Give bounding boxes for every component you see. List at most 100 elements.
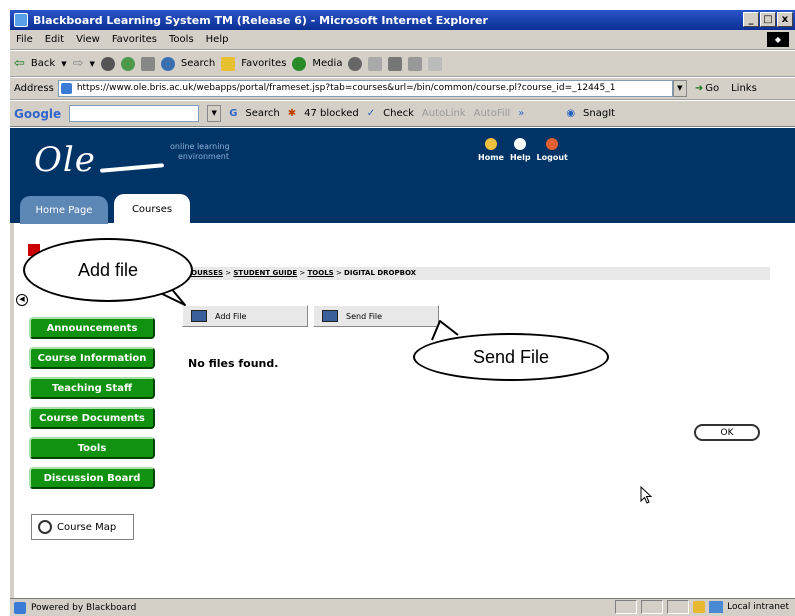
chevron-down-icon[interactable]: ▼ xyxy=(672,80,687,97)
menu-edit[interactable]: Edit xyxy=(45,34,64,45)
status-panel xyxy=(615,600,638,614)
popup-blocked-count[interactable]: 47 blocked xyxy=(304,108,359,119)
breadcrumb-student-guide[interactable]: STUDENT GUIDE xyxy=(233,269,297,277)
tab-courses[interactable]: Courses xyxy=(114,194,190,224)
ie-icon xyxy=(14,13,28,27)
frame-divider xyxy=(10,223,14,598)
add-file-label: Add File xyxy=(215,311,247,321)
popup-blocker-icon: ✱ xyxy=(287,108,297,119)
search-button[interactable]: Search xyxy=(181,58,215,69)
status-panel xyxy=(641,600,664,614)
refresh-icon[interactable] xyxy=(120,56,135,71)
address-label: Address xyxy=(14,83,54,94)
google-search-button[interactable]: Search xyxy=(245,108,279,119)
edit-icon[interactable] xyxy=(408,56,423,71)
print-icon[interactable] xyxy=(388,56,403,71)
home-link[interactable]: Home xyxy=(478,138,504,162)
menu-view[interactable]: View xyxy=(76,34,100,45)
autofill-button[interactable]: AutoFill xyxy=(474,108,511,119)
minimize-button[interactable]: _ xyxy=(743,12,759,27)
nav-announcements[interactable]: Announcements xyxy=(29,317,155,339)
discuss-icon[interactable] xyxy=(428,56,443,71)
course-map-button[interactable]: Course Map xyxy=(31,514,134,540)
menu-bar: File Edit View Favorites Tools Help ◆ xyxy=(10,30,795,50)
send-file-label: Send File xyxy=(346,311,383,321)
search-icon[interactable] xyxy=(160,56,175,71)
breadcrumb: COURSES > STUDENT GUIDE > TOOLS > DIGITA… xyxy=(160,267,770,280)
status-bar: Powered by Blackboard Local intranet xyxy=(10,598,795,616)
menu-favorites[interactable]: Favorites xyxy=(112,34,157,45)
links-button[interactable]: Links xyxy=(731,83,757,94)
history-icon[interactable] xyxy=(348,56,363,71)
autolink-button[interactable]: AutoLink xyxy=(422,108,466,119)
nav-tools[interactable]: Tools xyxy=(29,437,155,459)
stop-icon[interactable] xyxy=(100,56,115,71)
chevron-right-icon[interactable]: » xyxy=(518,108,524,119)
ok-button[interactable]: OK xyxy=(694,424,760,441)
breadcrumb-separator: > xyxy=(335,269,342,277)
google-search-input[interactable] xyxy=(69,105,200,122)
google-search-icon[interactable]: G xyxy=(229,108,237,119)
callout-add-file: Add file xyxy=(23,238,193,302)
window-title: Blackboard Learning System TM (Release 6… xyxy=(33,13,488,27)
tab-home-page[interactable]: Home Page xyxy=(20,196,108,224)
forward-arrow-icon[interactable]: ⇨ xyxy=(73,56,84,71)
go-arrow-icon[interactable]: ➜ xyxy=(695,83,703,94)
media-button[interactable]: Media xyxy=(312,58,342,69)
header-links: Home Help Logout xyxy=(478,138,568,162)
media-icon[interactable] xyxy=(292,56,307,71)
help-link-label: Help xyxy=(509,153,531,162)
tagline-line-1: online learning xyxy=(170,142,230,151)
menu-help[interactable]: Help xyxy=(206,34,229,45)
chevron-down-icon[interactable]: ▼ xyxy=(61,60,66,68)
logout-icon xyxy=(546,138,559,150)
add-file-button[interactable]: Add File xyxy=(182,305,308,327)
favorites-button[interactable]: Favorites xyxy=(241,58,286,69)
collapse-menu-icon[interactable]: ◀ xyxy=(16,294,28,306)
address-bar: Address https://www.ole.bris.ac.uk/webap… xyxy=(10,78,795,100)
snagit-button[interactable]: SnagIt xyxy=(583,108,615,119)
star-icon[interactable] xyxy=(221,56,236,71)
close-button[interactable]: x xyxy=(777,12,793,27)
windows-logo-icon: ◆ xyxy=(767,32,789,47)
help-link[interactable]: Help xyxy=(510,138,531,162)
go-button[interactable]: Go xyxy=(705,83,719,94)
site-tagline: online learning environment xyxy=(170,142,230,162)
snagit-icon: ◉ xyxy=(566,108,576,119)
chevron-down-icon[interactable]: ▼ xyxy=(89,60,94,68)
intranet-icon xyxy=(709,601,724,613)
breadcrumb-tools[interactable]: TOOLS xyxy=(308,269,334,277)
spell-check-icon: ✓ xyxy=(366,108,376,119)
mouse-pointer-icon xyxy=(640,486,653,504)
security-zone: Local intranet xyxy=(727,602,789,612)
mail-icon[interactable] xyxy=(368,56,383,71)
maximize-button[interactable]: □ xyxy=(760,12,776,27)
nav-teaching-staff[interactable]: Teaching Staff xyxy=(29,377,155,399)
breadcrumb-current: DIGITAL DROPBOX xyxy=(344,269,417,277)
nav-course-documents[interactable]: Course Documents xyxy=(29,407,155,429)
menu-file[interactable]: File xyxy=(16,34,33,45)
google-logo[interactable]: Google xyxy=(14,107,61,121)
course-map-icon xyxy=(38,520,52,534)
menu-tools[interactable]: Tools xyxy=(169,34,194,45)
browser-toolbar: ⇦ Back ▼ ⇨ ▼ Search Favorites Media xyxy=(10,51,795,77)
lock-icon xyxy=(693,601,706,613)
home-icon[interactable] xyxy=(140,56,155,71)
nav-course-information[interactable]: Course Information xyxy=(29,347,155,369)
breadcrumb-separator: > xyxy=(225,269,232,277)
check-button[interactable]: Check xyxy=(383,108,414,119)
address-input[interactable]: https://www.ole.bris.ac.uk/webapps/porta… xyxy=(57,80,673,97)
tagline-line-2: environment xyxy=(178,152,229,161)
home-link-label: Home xyxy=(478,153,504,162)
status-panel xyxy=(667,600,690,614)
nav-discussion-board[interactable]: Discussion Board xyxy=(29,467,155,489)
back-button[interactable]: Back xyxy=(31,58,55,69)
logout-link[interactable]: Logout xyxy=(537,138,568,162)
status-text: Powered by Blackboard xyxy=(31,602,137,613)
send-file-button[interactable]: Send File xyxy=(313,305,439,327)
back-arrow-icon[interactable]: ⇦ xyxy=(14,56,25,71)
ole-logo[interactable]: Ole xyxy=(34,140,96,180)
window-titlebar: Blackboard Learning System TM (Release 6… xyxy=(10,10,795,30)
chevron-down-icon[interactable]: ▼ xyxy=(207,105,222,122)
home-icon xyxy=(484,138,497,150)
